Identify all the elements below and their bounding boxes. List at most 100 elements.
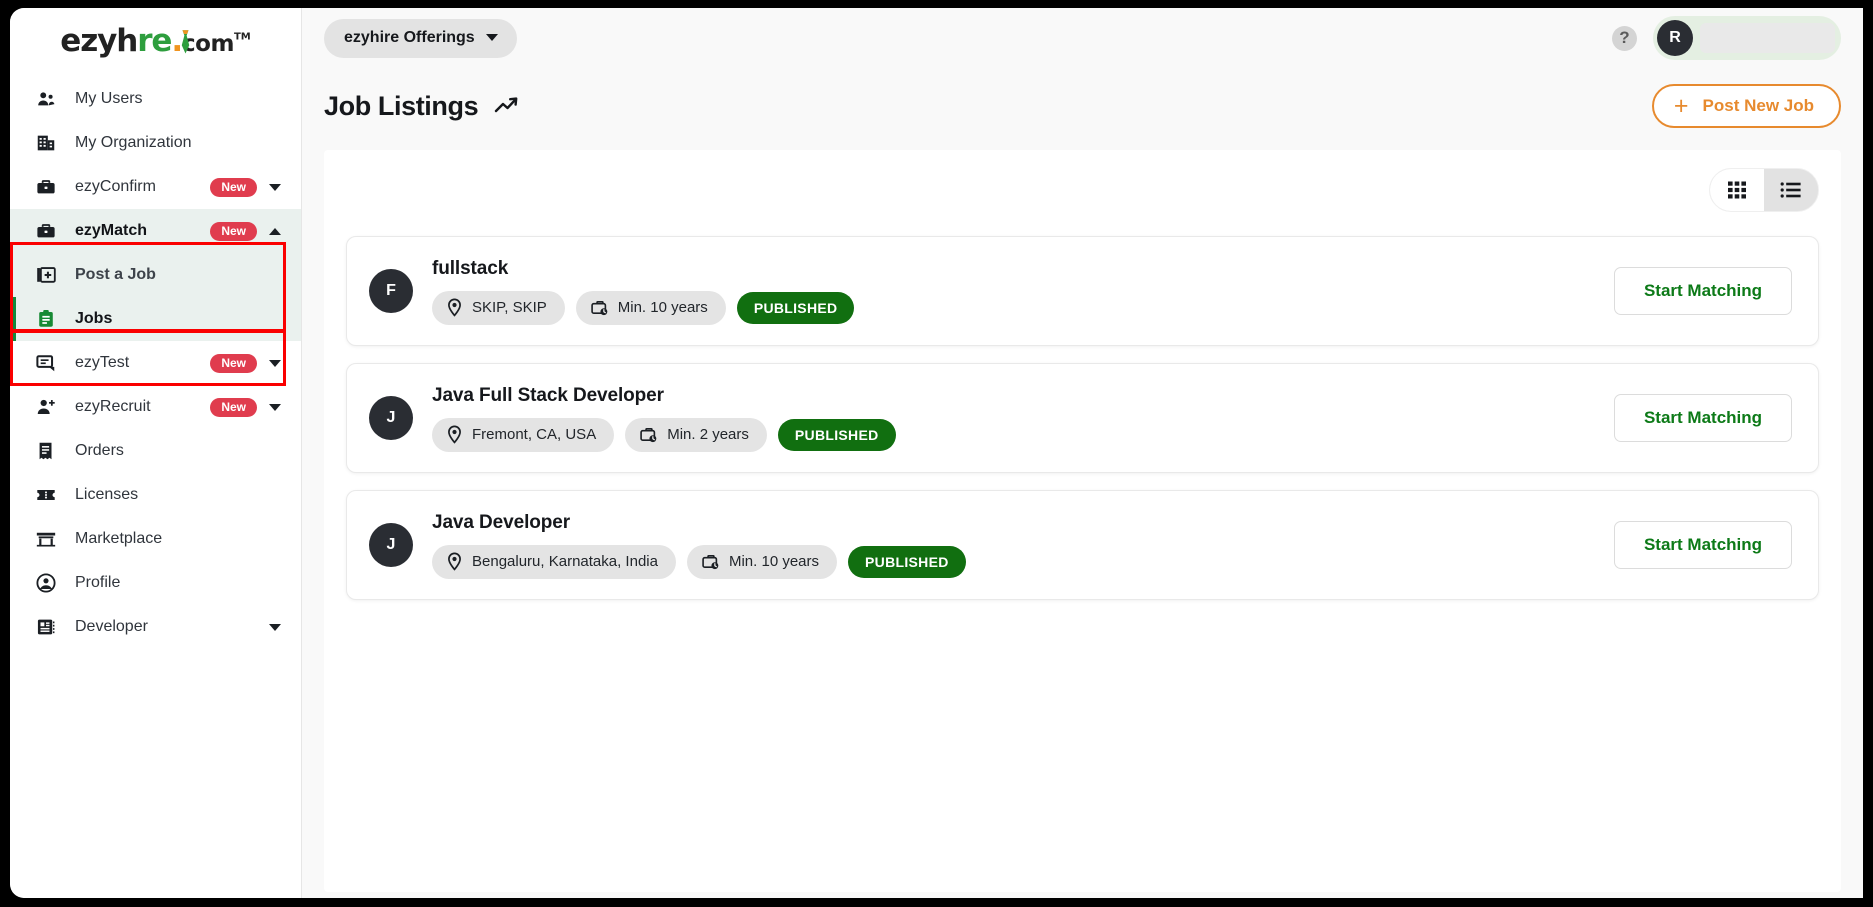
sidebar-item-label: ezyTest <box>75 354 130 371</box>
sidebar-item-jobs[interactable]: Jobs <box>10 297 301 341</box>
sidebar-item-label: ezyRecruit <box>75 398 151 415</box>
help-icon[interactable]: ? <box>1612 25 1637 51</box>
sidebar-item-licenses[interactable]: Licenses <box>10 473 301 517</box>
sidebar-item-marketplace[interactable]: Marketplace <box>10 517 301 561</box>
necktie-icon <box>182 30 190 54</box>
job-location-text: Bengaluru, Karnataka, India <box>472 553 658 570</box>
logo-part-1: ezyh <box>60 23 138 59</box>
job-card[interactable]: J Java Full Stack Developer Fremont, CA,… <box>346 363 1819 473</box>
sidebar-item-label: Post a Job <box>75 266 156 283</box>
view-mode-toggle <box>1709 168 1819 212</box>
sidebar-item-label: My Users <box>75 90 143 107</box>
sidebar-item-label: Marketplace <box>75 530 163 547</box>
job-avatar: F <box>369 269 413 313</box>
chevron-down-icon <box>485 34 498 41</box>
new-badge: New <box>210 221 257 241</box>
receipt-icon <box>34 439 58 463</box>
list-view-button[interactable] <box>1764 169 1818 211</box>
sidebar-item-label: ezyMatch <box>75 222 148 239</box>
job-listings-panel: F fullstack SKIP, SKIP Min. 10 years PUB… <box>324 150 1841 892</box>
start-matching-button[interactable]: Start Matching <box>1614 521 1792 569</box>
post-new-job-button[interactable]: + Post New Job <box>1651 84 1841 128</box>
sidebar-item-label: Developer <box>75 618 148 635</box>
job-card[interactable]: J Java Developer Bengaluru, Karnataka, I… <box>346 490 1819 600</box>
chevron-down-icon[interactable] <box>269 183 281 191</box>
sidebar-item-post-a-job[interactable]: Post a Job <box>10 253 301 297</box>
location-pin-icon <box>446 552 463 571</box>
job-meta-chips: SKIP, SKIP Min. 10 years PUBLISHED <box>432 290 1594 325</box>
sidebar-item-my-users[interactable]: My Users <box>10 77 301 121</box>
start-matching-button[interactable]: Start Matching <box>1614 267 1792 315</box>
plus-icon: + <box>1673 92 1689 120</box>
sidebar-item-ezyrecruit[interactable]: ezyRecruit New <box>10 385 301 429</box>
list-icon <box>1780 182 1801 198</box>
users-icon <box>34 87 58 111</box>
job-title: Java Developer <box>432 511 571 533</box>
sidebar: ezyhre.comTM My Users My Organization ez… <box>10 8 302 898</box>
job-status-badge: PUBLISHED <box>848 545 966 578</box>
job-status-badge: PUBLISHED <box>736 291 855 324</box>
new-badge: New <box>210 177 257 197</box>
sidebar-item-label: Licenses <box>75 486 139 503</box>
sidebar-item-ezymatch[interactable]: ezyMatch New <box>10 209 301 253</box>
profile-icon <box>34 571 58 595</box>
clipboard-icon <box>34 307 58 331</box>
sidebar-item-label: Orders <box>75 442 124 459</box>
sidebar-item-ezytest[interactable]: ezyTest New <box>10 341 301 385</box>
job-location-chip: Bengaluru, Karnataka, India <box>432 544 676 579</box>
job-location-chip: SKIP, SKIP <box>432 290 565 325</box>
ezyhire-offerings-dropdown[interactable]: ezyhire Offerings <box>324 18 517 58</box>
start-matching-button[interactable]: Start Matching <box>1614 394 1792 442</box>
page-header: Job Listings + Post New Job <box>302 68 1863 130</box>
job-list: F fullstack SKIP, SKIP Min. 10 years PUB… <box>346 236 1819 600</box>
job-avatar-initial: F <box>386 282 396 299</box>
sidebar-item-orders[interactable]: Orders <box>10 429 301 473</box>
briefcase-clock-icon <box>639 425 658 444</box>
location-pin-icon <box>446 425 463 444</box>
new-badge: New <box>210 353 257 373</box>
app-window: ezyhre.comTM My Users My Organization ez… <box>10 8 1863 898</box>
developer-icon <box>34 615 58 639</box>
job-experience-chip: Min. 2 years <box>625 417 767 452</box>
job-avatar-initial: J <box>386 536 396 553</box>
logo-trademark: TM <box>233 31 251 43</box>
building-icon <box>34 131 58 155</box>
post-job-icon <box>34 263 58 287</box>
job-card[interactable]: F fullstack SKIP, SKIP Min. 10 years PUB… <box>346 236 1819 346</box>
job-experience-text: Min. 10 years <box>617 299 708 316</box>
browser-window-frame: ezyhre.comTM My Users My Organization ez… <box>0 0 1873 907</box>
job-avatar: J <box>369 523 413 567</box>
chevron-down-icon[interactable] <box>269 403 281 411</box>
sidebar-item-profile[interactable]: Profile <box>10 561 301 605</box>
store-icon <box>34 527 58 551</box>
job-location-text: Fremont, CA, USA <box>472 426 597 443</box>
job-location-chip: Fremont, CA, USA <box>432 417 615 452</box>
chevron-down-icon[interactable] <box>269 623 281 631</box>
job-details: Java Full Stack Developer Fremont, CA, U… <box>432 385 1594 452</box>
app-logo[interactable]: ezyhre.comTM <box>10 8 301 71</box>
top-bar-right: ? R <box>1612 16 1841 60</box>
sidebar-item-my-organization[interactable]: My Organization <box>10 121 301 165</box>
job-experience-chip: Min. 10 years <box>686 544 838 579</box>
job-avatar: J <box>369 396 413 440</box>
offerings-label: ezyhire Offerings <box>344 28 475 46</box>
chevron-up-icon[interactable] <box>269 227 281 235</box>
logo-text: ezyhre.comTM <box>60 26 250 57</box>
briefcase-icon <box>34 175 58 199</box>
ticket-icon <box>34 483 58 507</box>
user-name-field <box>1700 23 1835 53</box>
briefcase-icon <box>34 219 58 243</box>
grid-view-button[interactable] <box>1710 169 1764 211</box>
briefcase-clock-icon <box>590 298 609 317</box>
chevron-down-icon[interactable] <box>269 359 281 367</box>
job-details: fullstack SKIP, SKIP Min. 10 years PUBLI… <box>432 258 1594 325</box>
sidebar-item-developer[interactable]: Developer <box>10 605 301 649</box>
sidebar-nav: My Users My Organization ezyConfirm New … <box>10 77 301 649</box>
sidebar-item-ezyconfirm[interactable]: ezyConfirm New <box>10 165 301 209</box>
post-new-job-label: Post New Job <box>1702 96 1814 115</box>
job-status-badge: PUBLISHED <box>777 418 896 451</box>
job-avatar-initial: J <box>386 409 396 426</box>
job-meta-chips: Fremont, CA, USA Min. 2 years PUBLISHED <box>432 417 1594 452</box>
user-plus-icon <box>34 395 58 419</box>
user-account-menu[interactable]: R <box>1653 16 1841 60</box>
